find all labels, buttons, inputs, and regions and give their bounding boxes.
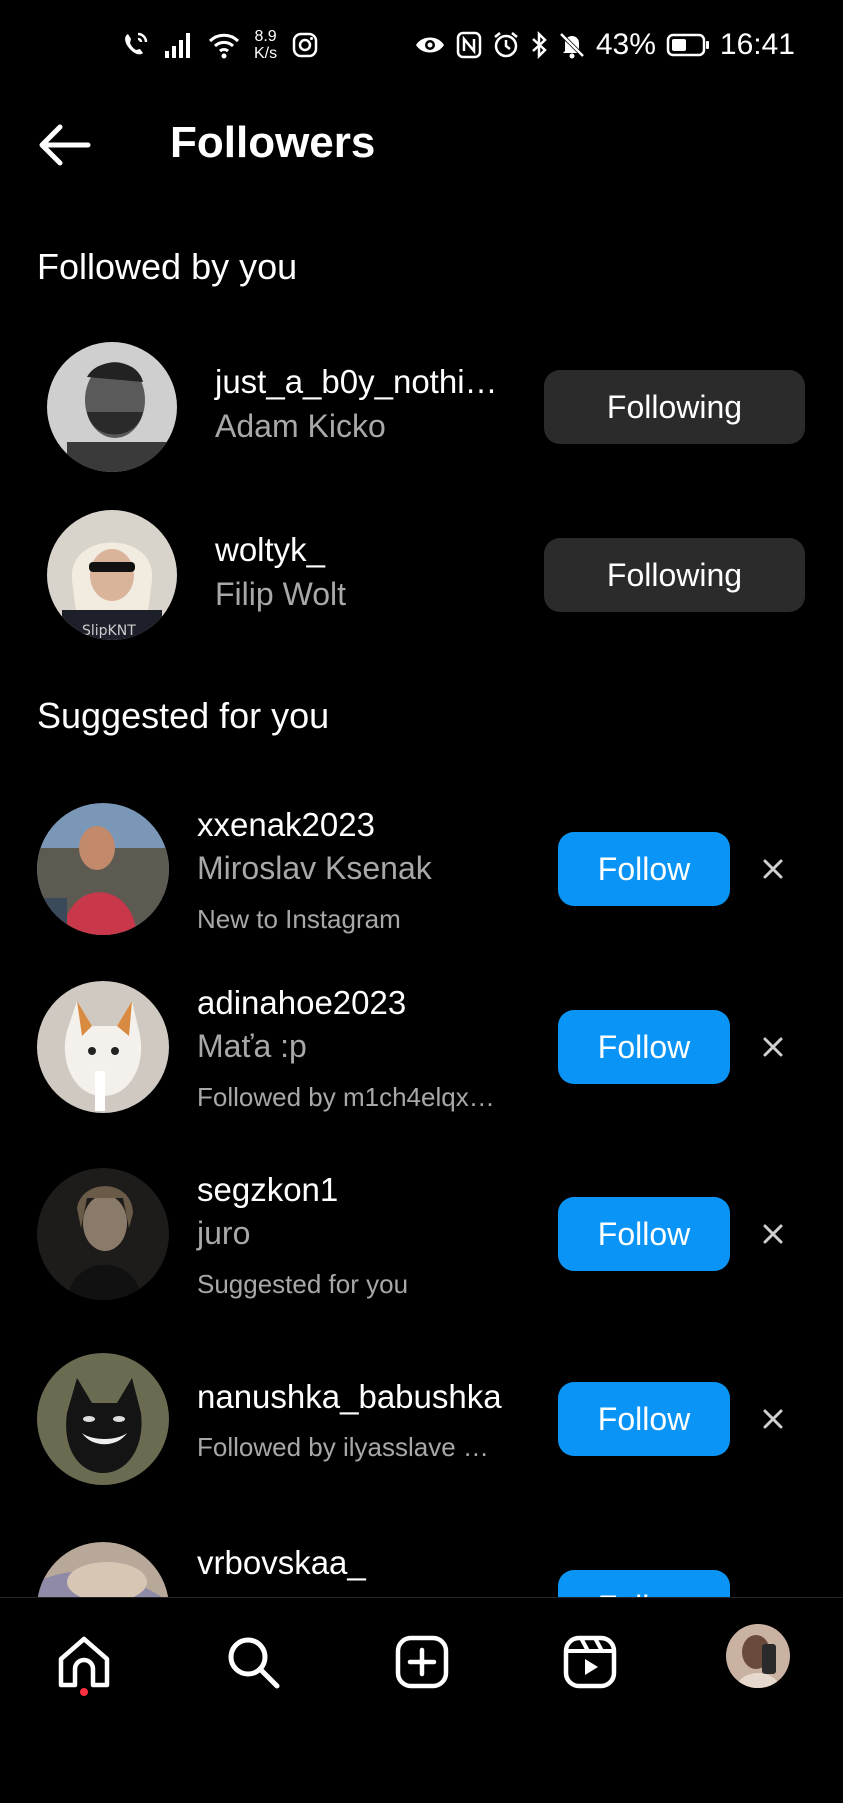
avatar[interactable] (37, 803, 169, 935)
full-name: juro (197, 1215, 251, 1251)
follow-button[interactable]: Follow (558, 832, 730, 906)
svg-text:SlipKNT: SlipKNT (82, 623, 136, 639)
home-icon[interactable] (52, 1630, 116, 1694)
suggestion-reason: Suggested for you (197, 1269, 409, 1299)
battery-percent: 43% (595, 28, 656, 61)
network-speed: 8.9 K/s (254, 28, 277, 62)
username[interactable]: nanushka_babushka (197, 1378, 502, 1416)
battery-icon (666, 33, 710, 57)
avatar[interactable] (37, 981, 169, 1113)
create-icon[interactable] (390, 1630, 454, 1694)
suggested-row[interactable]: segzkon1 juro Suggested for you Follow (0, 1165, 843, 1315)
phone-wifi-icon (120, 30, 150, 60)
username[interactable]: woltyk_ (215, 531, 325, 569)
suggested-row[interactable]: xxenak2023 Miroslav Ksenak New to Instag… (0, 800, 843, 950)
dismiss-icon[interactable] (758, 1219, 788, 1249)
avatar[interactable] (37, 1168, 169, 1300)
full-name: Filip Wolt (215, 576, 346, 612)
follow-button[interactable]: Follow (558, 1197, 730, 1271)
full-name: Adam Kicko (215, 408, 386, 444)
suggestion-reason: Followed by ilyasslave … (197, 1432, 489, 1462)
search-icon[interactable] (221, 1630, 285, 1694)
alarm-icon (492, 31, 520, 59)
nfc-icon (456, 31, 482, 59)
section-title-suggested: Suggested for you (37, 695, 330, 736)
mute-icon (558, 31, 586, 59)
profile-avatar[interactable] (726, 1624, 790, 1688)
suggested-row[interactable]: adinahoe2023 Maťa :p Followed by m1ch4el… (0, 978, 843, 1128)
avatar[interactable] (37, 1353, 169, 1485)
follow-button[interactable]: Follow (558, 1010, 730, 1084)
following-button[interactable]: Following (544, 538, 805, 612)
header: Followers (0, 110, 843, 180)
wifi-icon (208, 31, 240, 59)
avatar[interactable] (47, 342, 177, 472)
username[interactable]: just_a_b0y_nothi… (215, 363, 498, 401)
notification-dot (80, 1688, 88, 1696)
page-title: Followers (170, 118, 376, 167)
suggestion-reason: New to Instagram (197, 904, 401, 934)
full-name: Maťa :p (197, 1028, 307, 1064)
username[interactable]: xxenak2023 (197, 806, 375, 844)
full-name: Miroslav Ksenak (197, 850, 432, 886)
followed-row[interactable]: just_a_b0y_nothi… Adam Kicko Following (0, 338, 843, 478)
suggested-row[interactable]: nanushka_babushka Followed by ilyasslave… (0, 1350, 843, 1500)
network-speed-value: 8.9 (254, 28, 277, 45)
username[interactable]: vrbovskaa_ (197, 1544, 366, 1582)
followed-row[interactable]: SlipKNT woltyk_ Filip Wolt Following (0, 506, 843, 646)
signal-icon (164, 31, 194, 59)
network-speed-unit: K/s (254, 45, 278, 62)
eye-icon (414, 33, 446, 57)
following-button[interactable]: Following (544, 370, 805, 444)
dismiss-icon[interactable] (758, 1032, 788, 1062)
bottom-nav (0, 1598, 843, 1803)
follow-button[interactable]: Follow (558, 1382, 730, 1456)
instagram-notification-icon (291, 31, 319, 59)
username[interactable]: segzkon1 (197, 1171, 338, 1209)
bluetooth-icon (530, 31, 548, 59)
section-title-followed: Followed by you (37, 246, 298, 287)
back-arrow-icon[interactable] (36, 120, 96, 170)
dismiss-icon[interactable] (758, 1404, 788, 1434)
dismiss-icon[interactable] (758, 854, 788, 884)
reels-icon[interactable] (558, 1630, 622, 1694)
username[interactable]: adinahoe2023 (197, 984, 406, 1022)
avatar[interactable]: SlipKNT (47, 510, 177, 640)
status-bar: 8.9 K/s 43% 16:41 (0, 0, 843, 100)
suggestion-reason: Followed by m1ch4elqx… (197, 1082, 495, 1112)
clock: 16:41 (719, 28, 795, 61)
